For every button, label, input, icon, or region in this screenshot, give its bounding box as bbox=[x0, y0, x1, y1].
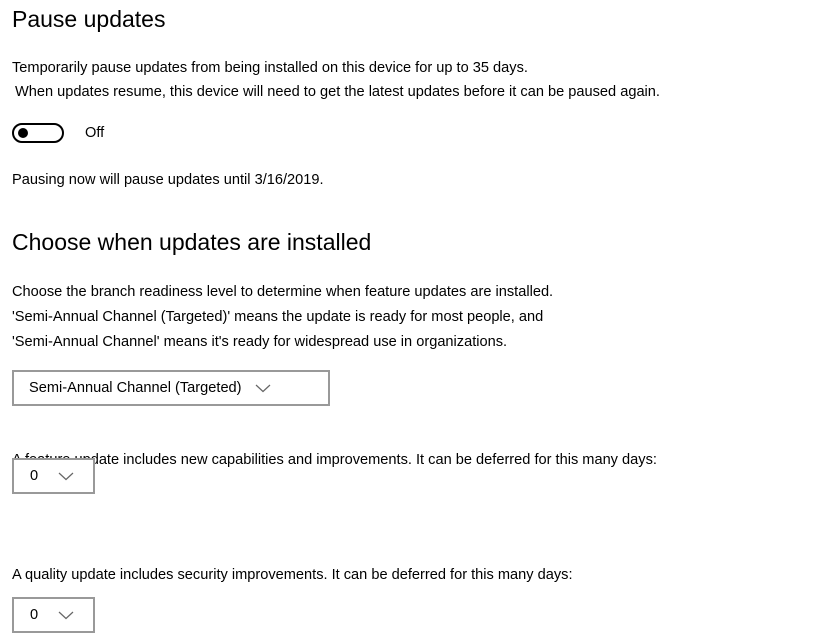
feature-defer-days-dropdown[interactable]: 0 bbox=[12, 458, 95, 494]
pause-toggle-row: Off bbox=[12, 121, 104, 145]
pause-description-line1: Temporarily pause updates from being ins… bbox=[12, 60, 528, 76]
pause-updates-heading: Pause updates bbox=[12, 6, 166, 32]
pause-updates-toggle[interactable] bbox=[12, 123, 64, 143]
pause-description-line2: When updates resume, this device will ne… bbox=[15, 84, 660, 100]
chevron-down-icon bbox=[255, 383, 271, 393]
branch-description-line3: 'Semi-Annual Channel' means it's ready f… bbox=[12, 334, 508, 350]
pause-until-text: Pausing now will pause updates until 3/1… bbox=[12, 172, 324, 188]
branch-readiness-value: Semi-Annual Channel (Targeted) bbox=[29, 380, 242, 396]
feature-update-text: A feature update includes new capabiliti… bbox=[12, 452, 657, 468]
quality-defer-days-value: 0 bbox=[30, 607, 39, 623]
chevron-down-icon bbox=[58, 471, 74, 481]
feature-defer-days-value: 0 bbox=[30, 468, 39, 484]
branch-description-line1: Choose the branch readiness level to det… bbox=[12, 284, 554, 300]
branch-description-line2: 'Semi-Annual Channel (Targeted)' means t… bbox=[12, 309, 544, 325]
toggle-knob bbox=[18, 128, 28, 138]
chevron-down-icon bbox=[58, 610, 74, 620]
toggle-state-label: Off bbox=[85, 125, 105, 141]
quality-defer-days-dropdown[interactable]: 0 bbox=[12, 597, 95, 633]
quality-update-text: A quality update includes security impro… bbox=[12, 567, 573, 583]
branch-readiness-dropdown[interactable]: Semi-Annual Channel (Targeted) bbox=[12, 370, 330, 406]
choose-when-heading: Choose when updates are installed bbox=[12, 229, 372, 255]
